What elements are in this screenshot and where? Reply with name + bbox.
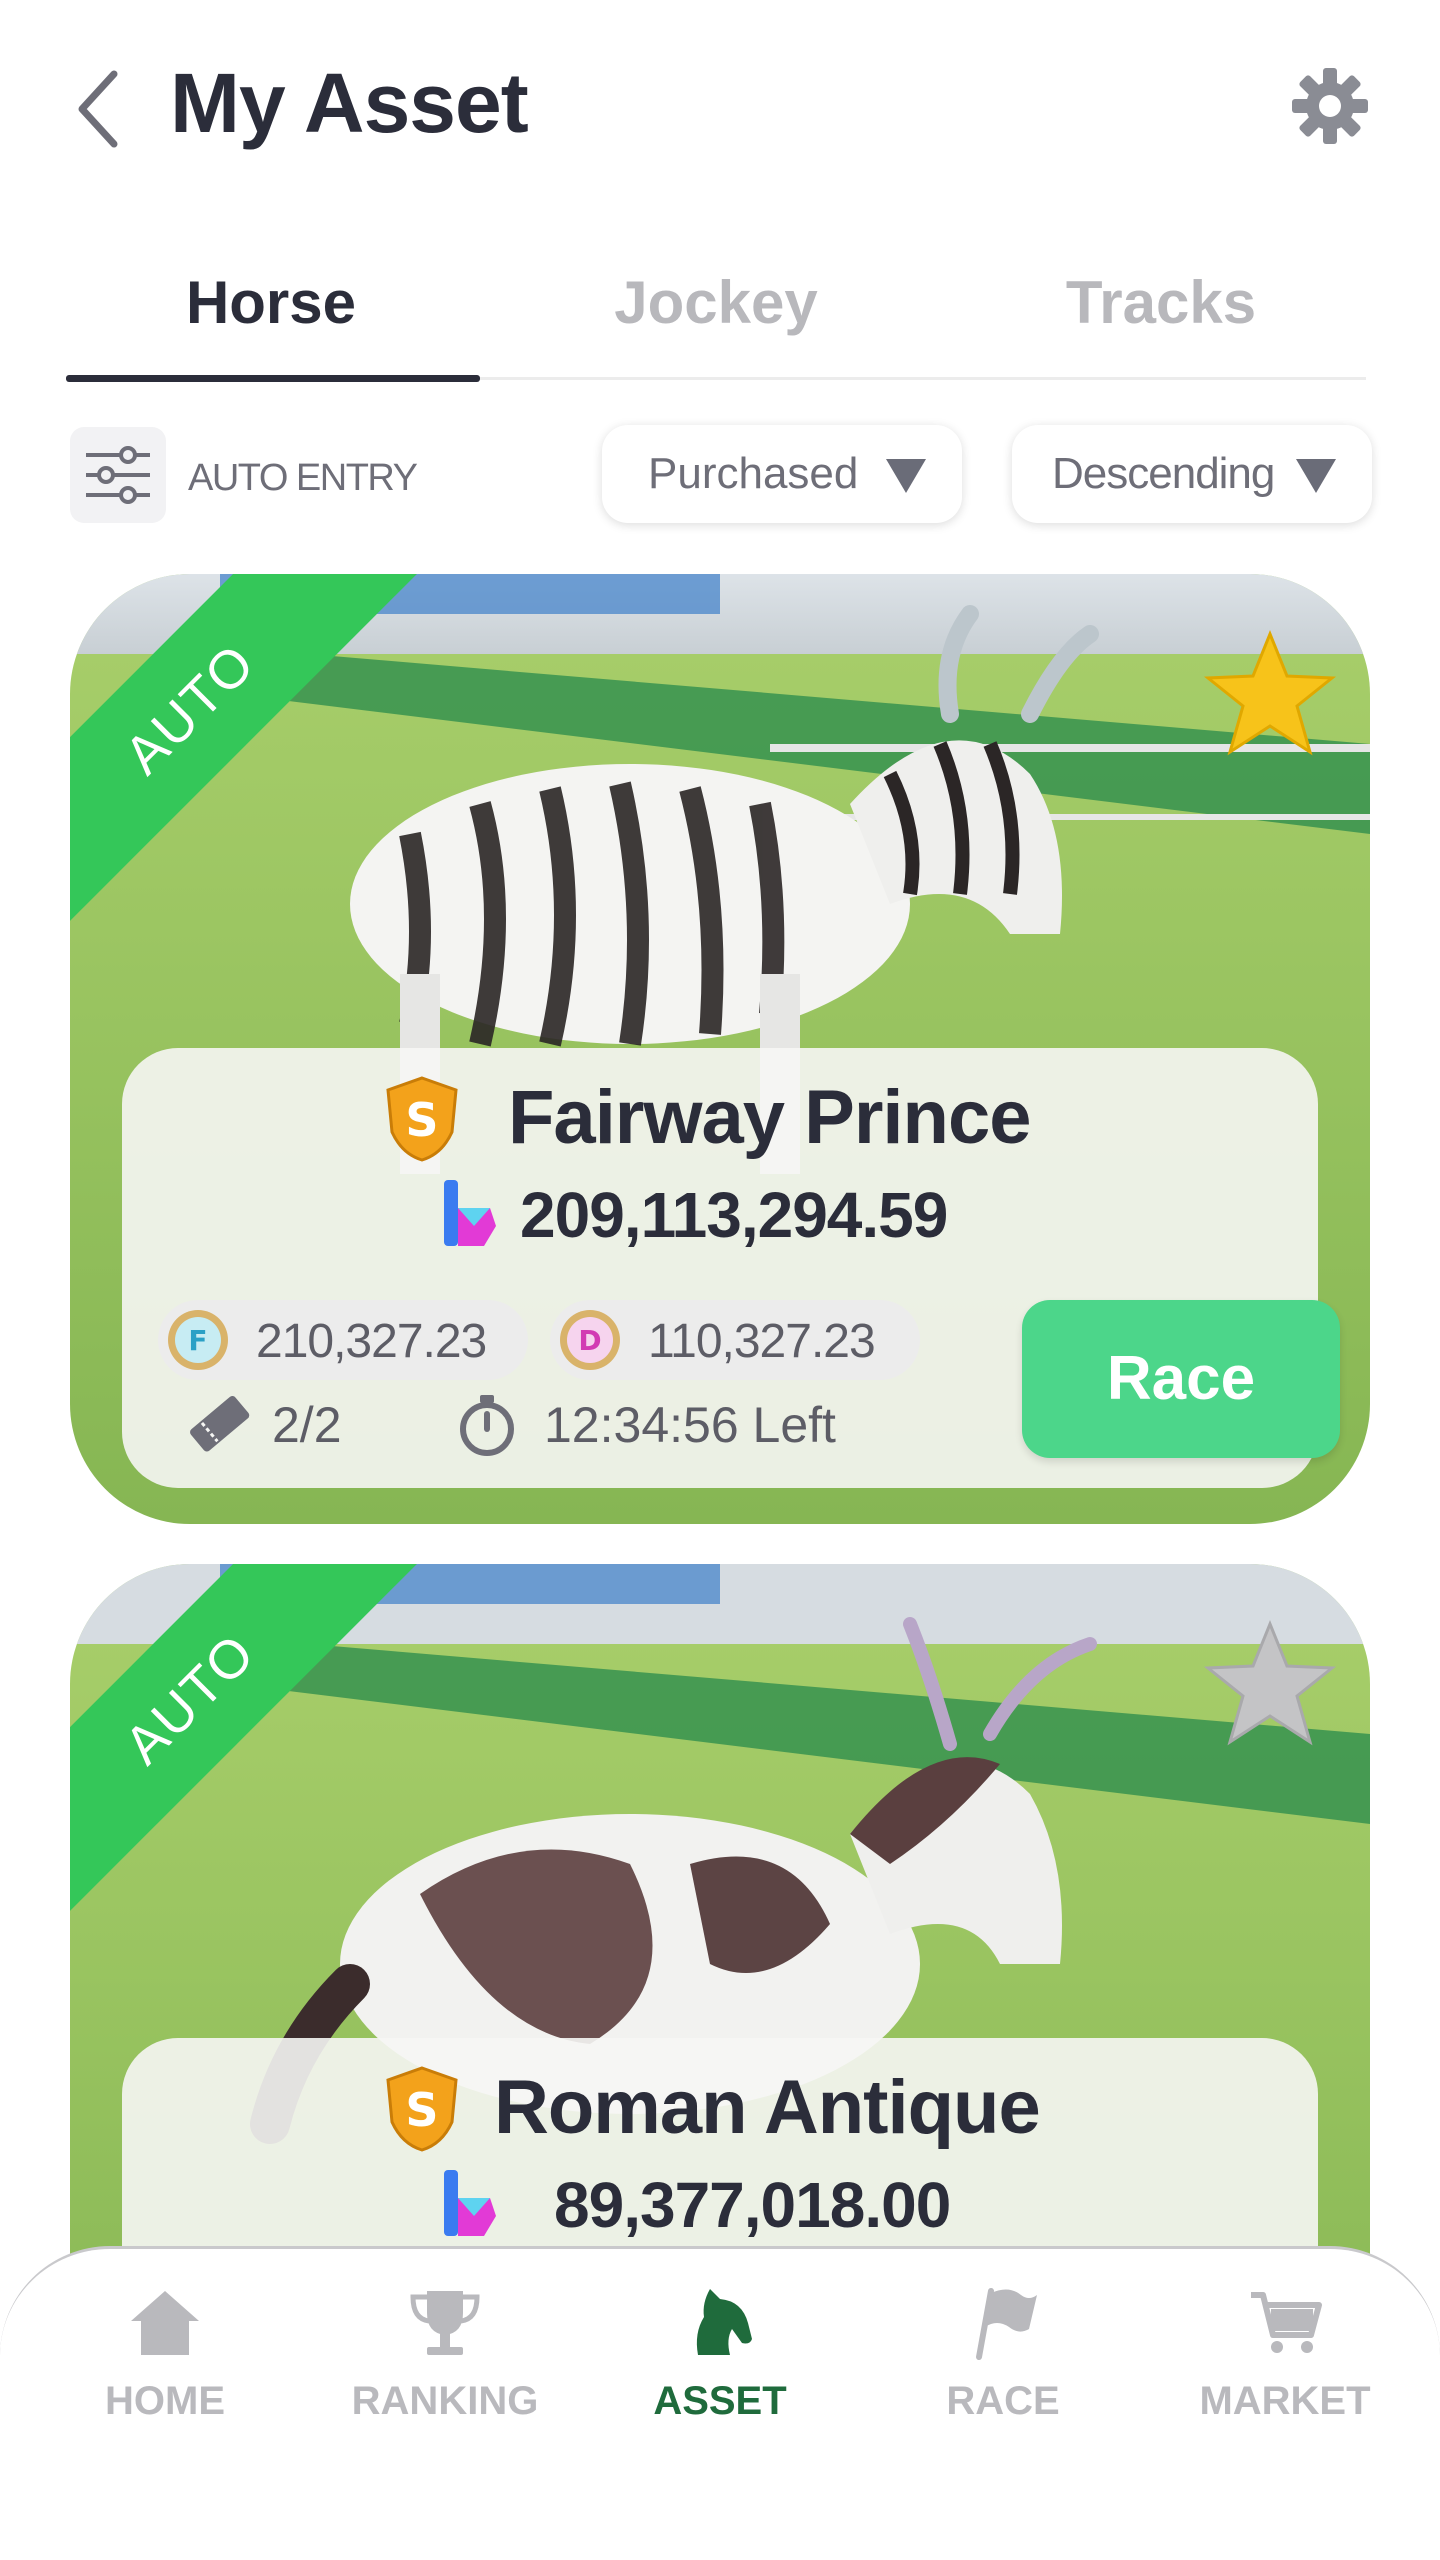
horse-info-panel: S Fairway Prince 209,113,294.59 F 210,32… xyxy=(122,1048,1340,1488)
chevron-left-icon xyxy=(78,70,118,148)
filter-bar: AUTO ENTRY Purchased Descending xyxy=(70,425,1372,525)
horse-price: 209,113,294.59 xyxy=(520,1179,948,1251)
nav-market[interactable]: MARKET xyxy=(1175,2283,1395,2463)
svg-text:F: F xyxy=(188,1324,207,1357)
cart-icon xyxy=(1251,2292,1322,2353)
f-coin-value: 210,327.23 xyxy=(256,1315,487,1368)
nav-race[interactable]: RACE xyxy=(893,2283,1113,2463)
svg-text:S: S xyxy=(405,2083,438,2137)
active-tab-indicator xyxy=(66,375,480,382)
horse-card[interactable]: AUTO S Fairway Prince 209,113,294.59 F 2… xyxy=(70,574,1370,1524)
star-icon[interactable] xyxy=(1200,626,1340,766)
d-coin-balance: D 110,327.23 xyxy=(550,1300,920,1380)
svg-text:S: S xyxy=(405,1093,438,1147)
sliders-icon xyxy=(86,446,150,504)
order-dropdown[interactable]: Descending xyxy=(1012,425,1372,523)
stopwatch-icon xyxy=(460,1395,514,1456)
grade-s-badge-icon: S xyxy=(386,1076,458,1162)
f-coin-balance: F 210,327.23 xyxy=(158,1300,528,1380)
star-icon[interactable] xyxy=(1200,1616,1340,1756)
grade-s-badge-icon: S xyxy=(386,2066,458,2152)
tab-jockey[interactable]: Jockey xyxy=(511,258,921,368)
tab-tracks[interactable]: Tracks xyxy=(956,258,1366,368)
horse-name: Fairway Prince xyxy=(508,1075,1031,1160)
sort-by-dropdown[interactable]: Purchased xyxy=(602,425,962,523)
horse-head-icon xyxy=(696,2289,752,2355)
d-coin-icon: D xyxy=(560,1310,620,1370)
auto-entry-label[interactable]: AUTO ENTRY xyxy=(188,457,418,500)
sort-by-value: Purchased xyxy=(648,449,859,498)
nav-asset[interactable]: ASSET xyxy=(610,2283,830,2463)
auto-entry-button[interactable] xyxy=(70,427,166,523)
d-coin-value: 110,327.23 xyxy=(648,1315,876,1368)
header: My Asset xyxy=(0,0,1440,210)
bottom-navigation: HOME RANKING ASSET RACE MARKET xyxy=(0,2246,1440,2560)
f-coin-icon: F xyxy=(168,1310,228,1370)
back-button[interactable] xyxy=(70,64,130,154)
ticket-count: 2/2 xyxy=(272,1397,342,1453)
tab-horse[interactable]: Horse xyxy=(66,258,476,368)
gear-icon xyxy=(1292,68,1368,144)
flag-icon xyxy=(976,2288,1037,2360)
order-value: Descending xyxy=(1052,449,1275,498)
nav-ranking[interactable]: RANKING xyxy=(335,2283,555,2463)
settings-button[interactable] xyxy=(1290,66,1370,146)
b-token-icon xyxy=(444,1180,496,1246)
page-title: My Asset xyxy=(170,56,529,150)
ticket-icon xyxy=(190,1396,250,1452)
caret-down-icon xyxy=(1296,459,1336,493)
race-button[interactable]: Race xyxy=(1022,1300,1340,1458)
caret-down-icon xyxy=(886,459,926,493)
b-token-icon xyxy=(444,2170,496,2236)
trophy-icon xyxy=(410,2291,480,2355)
horse-price: 89,377,018.00 xyxy=(554,2169,951,2241)
home-icon xyxy=(131,2291,199,2355)
svg-text:D: D xyxy=(578,1324,601,1357)
asset-tabs: Horse Jockey Tracks xyxy=(66,250,1366,382)
horse-name: Roman Antique xyxy=(494,2065,1041,2150)
nav-home[interactable]: HOME xyxy=(55,2283,275,2463)
time-left: 12:34:56 Left xyxy=(544,1397,836,1453)
